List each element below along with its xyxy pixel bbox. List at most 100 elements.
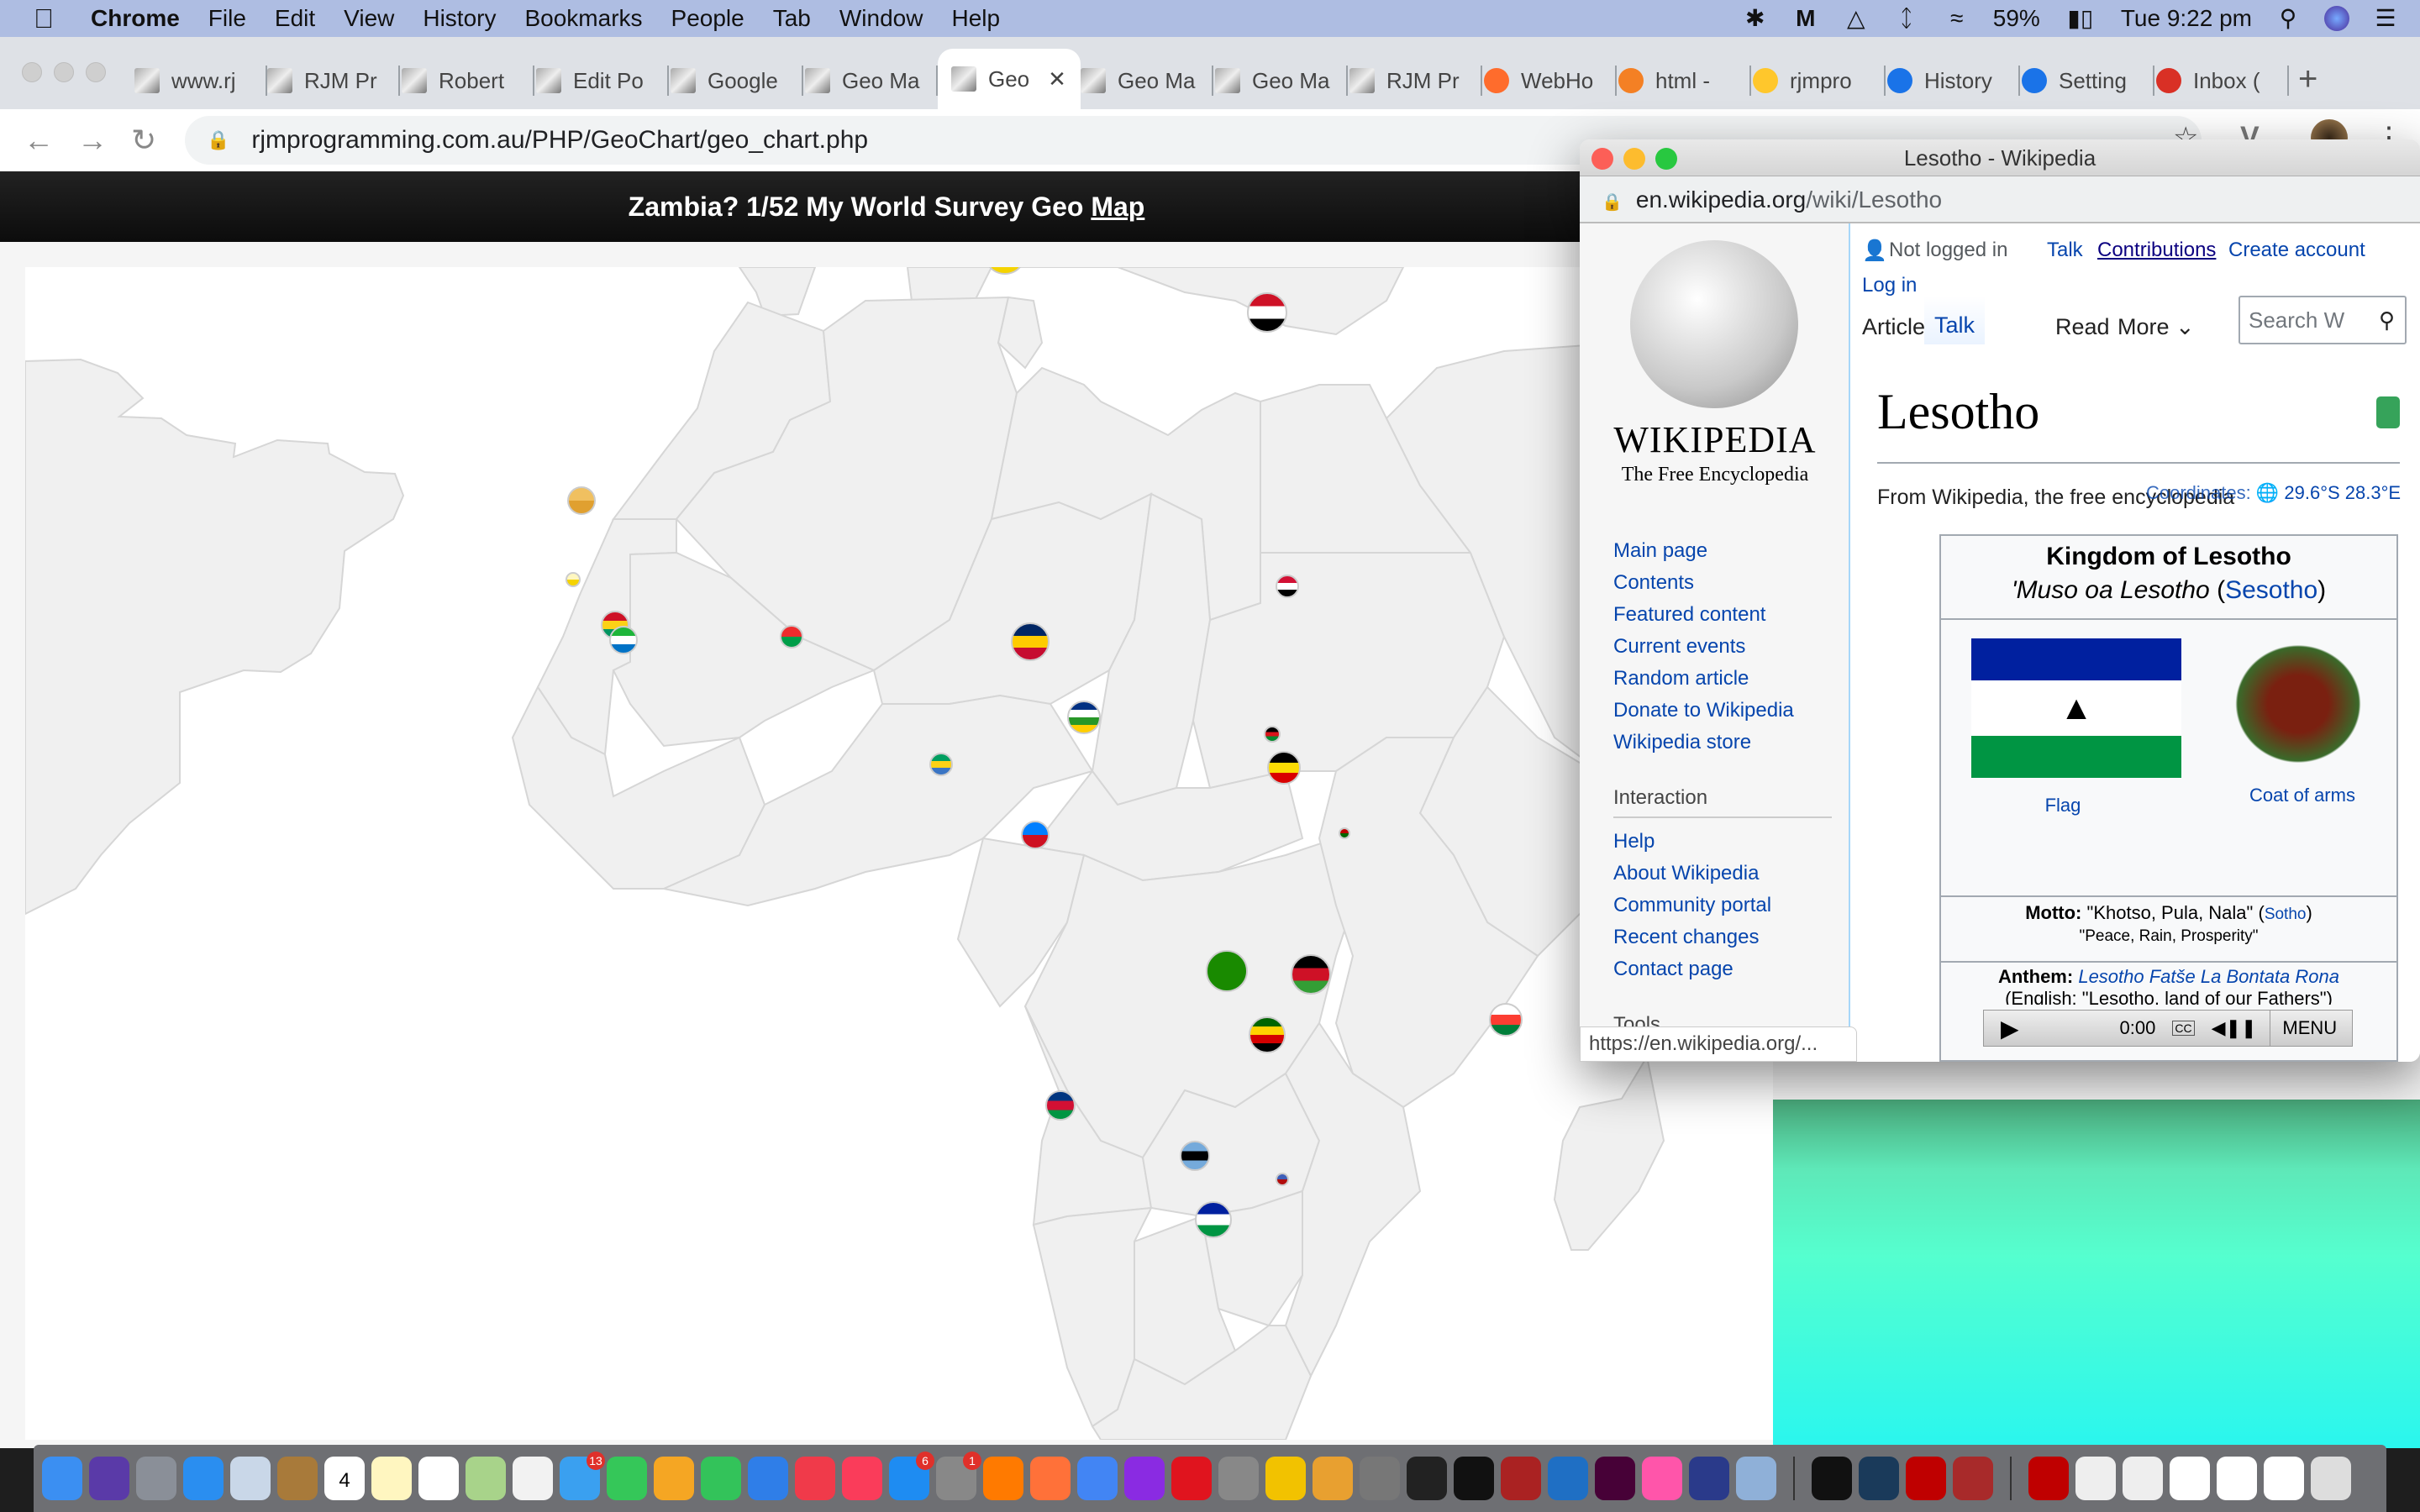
document-icon[interactable] [2075,1457,2116,1500]
adobe-xd-icon[interactable] [1595,1457,1635,1500]
menu-bookmarks[interactable]: Bookmarks [524,5,642,32]
tab-article[interactable]: Article [1862,314,1925,340]
battery-icon[interactable]: ▮▯ [2062,6,2099,31]
forward-button[interactable]: → [77,123,108,158]
nav-featured-content[interactable]: Featured content [1613,603,1765,627]
inkscape-icon[interactable] [1454,1457,1494,1500]
apple-menu-icon[interactable]:  [34,3,72,34]
appstore-icon[interactable]: 6 [889,1452,934,1500]
filezilla-icon[interactable] [1906,1457,1946,1500]
terminal-icon[interactable] [1407,1457,1447,1500]
flag-marker-kenya[interactable] [1339,827,1350,839]
menu-edit[interactable]: Edit [275,5,315,32]
menu-file[interactable]: File [208,5,246,32]
tab-read[interactable]: Read [2055,314,2110,340]
window-close-button[interactable] [22,62,42,82]
play-icon[interactable]: ▶ [2001,1015,2019,1042]
flag-marker-zambia[interactable] [1206,950,1248,992]
popup-titlebar[interactable]: Lesotho - Wikipedia [1580,139,2420,176]
window-zoom-button[interactable] [86,62,106,82]
exec-icon[interactable] [1812,1457,1852,1500]
safari-icon[interactable] [183,1457,224,1500]
mail-stamp-icon[interactable] [230,1457,271,1500]
menu-history[interactable]: History [423,5,496,32]
wikipedia-search-input[interactable]: Search W ⚲ [2238,296,2407,344]
window-thumb-icon[interactable] [2217,1457,2257,1500]
malwarebytes-icon[interactable]: M [1791,6,1820,31]
reload-button[interactable]: ↻ [131,123,156,158]
flag-marker-egypt[interactable] [1247,292,1287,333]
nav-store[interactable]: Wikipedia store [1613,731,1751,754]
nav-community-portal[interactable]: Community portal [1613,894,1771,917]
window-thumb-icon[interactable] [2123,1457,2163,1500]
globe-icon[interactable]: 🌐 [2256,482,2279,503]
menu-view[interactable]: View [344,5,394,32]
flag-marker-malawi[interactable] [1291,954,1331,995]
menu-window[interactable]: Window [839,5,923,32]
tab-more[interactable]: More ⌄ [2118,314,2195,340]
tab-4[interactable]: Google [671,60,803,101]
flag-marker-central-african-republic[interactable] [1067,701,1101,734]
avast-icon[interactable] [983,1457,1023,1500]
flag-marker-uganda[interactable] [1267,751,1301,785]
finder-icon[interactable] [42,1457,82,1500]
maps-icon[interactable] [466,1457,506,1500]
close-tab-icon[interactable]: ✕ [1048,66,1066,92]
trash-icon[interactable] [2311,1457,2351,1500]
menu-people[interactable]: People [671,5,744,32]
tab-10[interactable]: WebHo [1484,60,1617,101]
flag-marker-sudan[interactable] [1276,575,1299,598]
photo-booth-icon[interactable] [1501,1457,1541,1500]
personal-talk-link[interactable]: Talk [2047,239,2083,262]
coat-of-arms-caption[interactable]: Coat of arms [2210,785,2395,806]
coordinates-value[interactable]: 29.6°S 28.3°E [2284,482,2401,503]
tab-talk[interactable]: Talk [1924,296,1986,344]
sequel-pro-icon[interactable] [1218,1457,1259,1500]
tab-15[interactable]: Inbox ( [2156,60,2289,101]
flag-marker-mauritania[interactable] [567,486,596,515]
flag-caption[interactable]: Flag [1941,795,2185,816]
menu-tab[interactable]: Tab [773,5,811,32]
nav-contact-page[interactable]: Contact page [1613,958,1733,981]
flag-marker-lesotho[interactable] [1195,1201,1232,1238]
colorsync-icon[interactable] [1642,1457,1682,1500]
opera-icon[interactable] [1171,1457,1212,1500]
reminders-icon[interactable] [418,1457,459,1500]
launchpad-icon[interactable] [136,1457,176,1500]
dictionary-icon[interactable] [1953,1457,1993,1500]
messages-icon[interactable]: 13 [560,1452,605,1500]
flag-marker-dr-congo[interactable] [1021,821,1050,849]
contributions-link[interactable]: Contributions [2097,239,2216,262]
window-minimize-button[interactable] [54,62,74,82]
facetime-icon[interactable] [607,1457,647,1500]
tab-3[interactable]: Edit Po [536,60,669,101]
log-in-link[interactable]: Log in [1862,274,1917,297]
nav-current-events[interactable]: Current events [1613,635,1745,659]
music-icon[interactable] [842,1457,882,1500]
spotlight-search-icon[interactable]: ⚲ [2274,6,2302,31]
numbers-icon[interactable] [701,1457,741,1500]
siri-icon[interactable] [2324,6,2349,31]
tab-0[interactable]: www.rj [134,60,267,101]
sotho-link[interactable]: Sotho [2265,906,2307,923]
flag-marker-gambia[interactable] [566,572,581,587]
flag-marker-eswatini[interactable] [1276,1173,1289,1186]
search-icon[interactable]: ⚲ [2379,297,2395,343]
flag-marker-namibia[interactable] [1045,1090,1076,1121]
nav-contents[interactable]: Contents [1613,571,1694,595]
flag-marker-chad[interactable] [1011,622,1050,661]
flag-marker-burkina-faso[interactable] [780,625,803,648]
menu-help[interactable]: Help [951,5,1000,32]
avast-icon[interactable]: ✱ [1741,6,1770,31]
popup-minimize-button[interactable] [1623,148,1645,170]
volume-icon[interactable]: ◀❚❚ [2212,1017,2257,1039]
siri-icon[interactable] [89,1457,129,1500]
news-icon[interactable] [795,1457,835,1500]
flag-marker-zimbabwe[interactable] [1249,1016,1286,1053]
flag-marker-sierra-leone[interactable] [609,626,638,654]
quicktime-icon[interactable] [1859,1457,1899,1500]
nav-main-page[interactable]: Main page [1613,539,1707,563]
coordinates[interactable]: Coordinates: 🌐 29.6°S 28.3°E [2146,482,2401,504]
nav-random-article[interactable]: Random article [1613,667,1749,690]
tab-14[interactable]: Setting [2022,60,2154,101]
